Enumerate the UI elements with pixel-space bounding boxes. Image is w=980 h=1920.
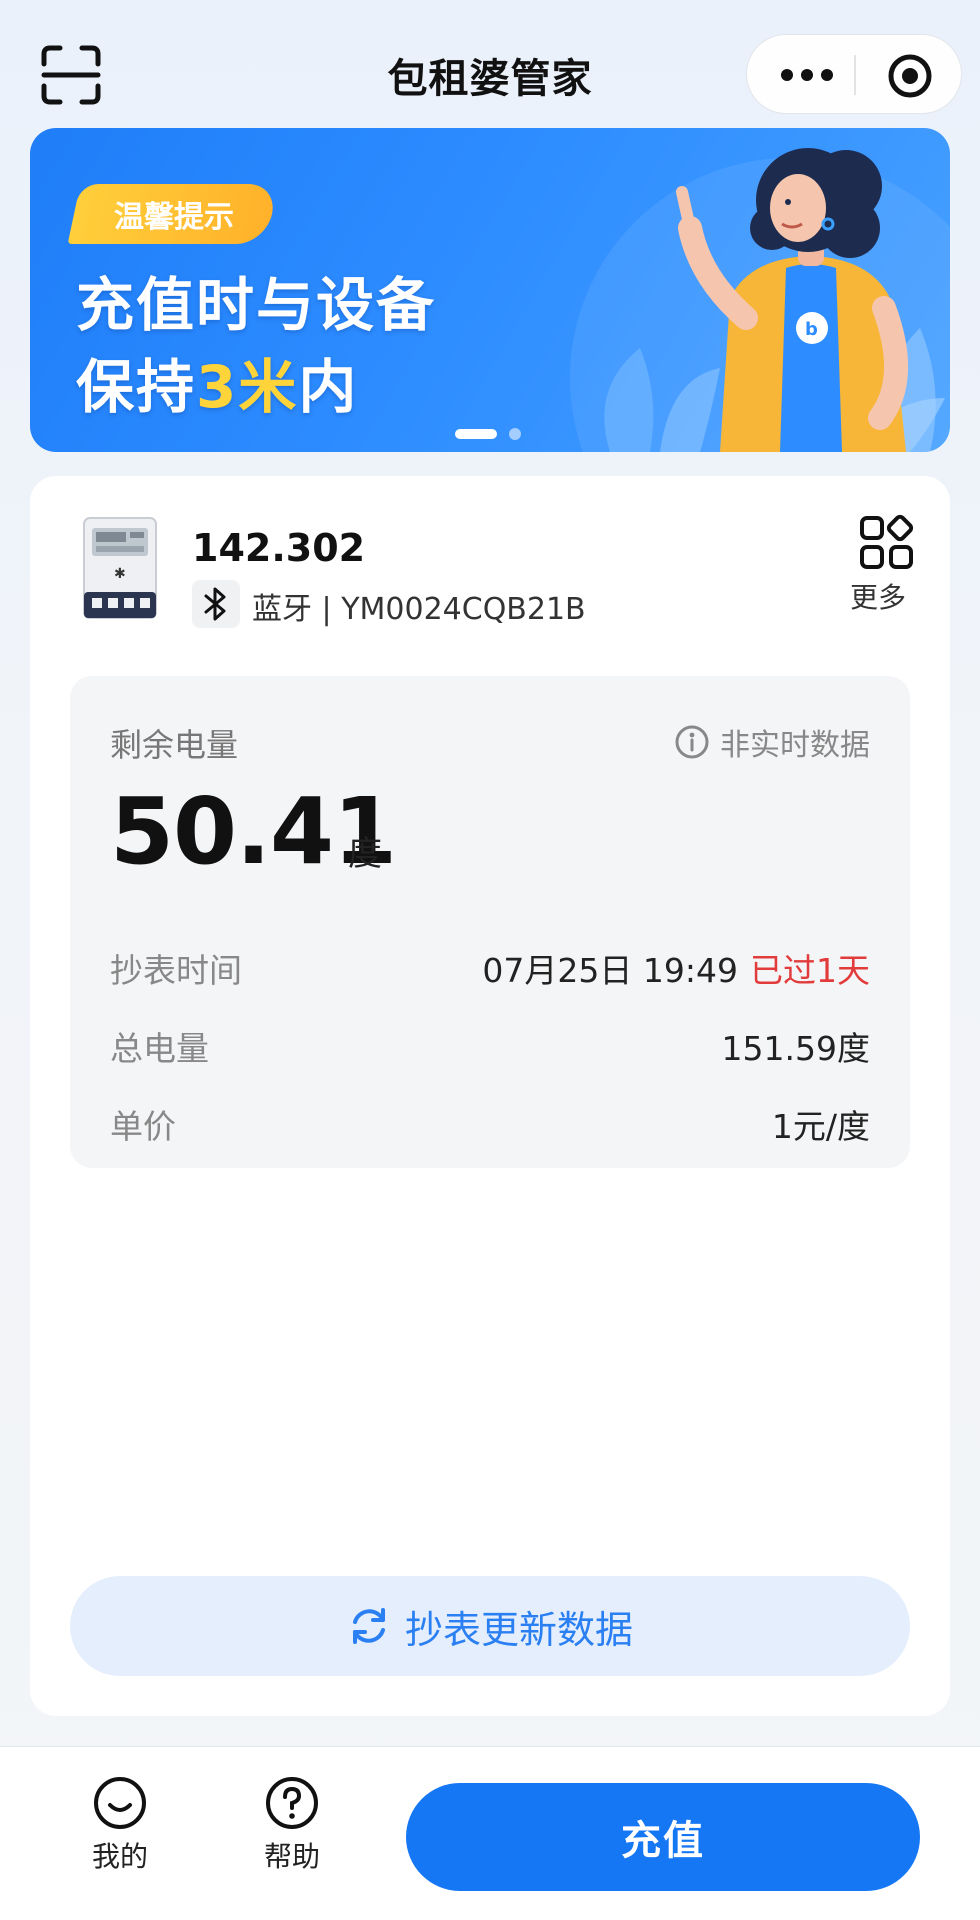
tab-me[interactable]: 我的 — [70, 1775, 170, 1875]
bottom-bar: 我的 帮助 充值 — [0, 1746, 980, 1920]
recharge-label: 充值 — [621, 1818, 705, 1864]
overdue-badge: 已过1天 — [750, 951, 870, 990]
connection-info: 蓝牙 | YM0024CQB21B — [252, 584, 586, 628]
non-realtime-hint[interactable]: 非实时数据 — [674, 720, 870, 764]
banner-tag: 温馨提示 — [67, 184, 279, 244]
read-time-label: 抄表时间 — [110, 951, 242, 990]
total-energy-value: 151.59度 — [721, 1029, 870, 1068]
tab-help[interactable]: 帮助 — [242, 1775, 342, 1875]
capsule-divider — [854, 55, 856, 95]
total-energy-label: 总电量 — [110, 1029, 209, 1068]
help-icon — [264, 1775, 320, 1831]
banner-headline-2: 保持3米内 — [76, 340, 358, 424]
banner-headline-2-suffix: 内 — [298, 353, 359, 421]
banner-headline-1: 充值时与设备 — [76, 271, 437, 339]
remain-unit: 度 — [348, 834, 382, 874]
connection-separator: | — [312, 592, 342, 627]
update-reading-button[interactable]: 抄表更新数据 — [70, 1576, 910, 1676]
tab-help-label: 帮助 — [263, 1840, 320, 1873]
tab-me-label: 我的 — [91, 1840, 148, 1873]
svg-text:✱: ✱ — [114, 566, 126, 582]
more-grid-icon[interactable] — [858, 514, 916, 572]
refresh-icon — [347, 1604, 391, 1648]
read-time-value: 07月25日 19:49 已过1天 — [482, 944, 870, 992]
remain-label: 剩余电量 — [110, 726, 239, 764]
top-bar: 包租婆管家 — [0, 0, 980, 140]
read-time-text: 07月25日 19:49 — [482, 951, 738, 990]
reading-panel: 剩余电量 非实时数据 50.41 度 抄表时间 07月25日 19:49 已过1天… — [70, 676, 910, 1168]
carousel-dot[interactable] — [509, 428, 521, 440]
device-id: 142.302 — [192, 526, 366, 570]
smile-icon — [92, 1775, 148, 1831]
mini-program-capsule — [746, 34, 962, 114]
update-reading-label: 抄表更新数据 — [404, 1607, 633, 1652]
banner-highlight: 3米 — [196, 353, 299, 421]
close-target-icon[interactable] — [887, 53, 933, 99]
page: 包租婆管家 温馨提示 充值时与设备 保持3米内 b ✱ 142.302 蓝牙 |… — [0, 0, 980, 1920]
recharge-button[interactable]: 充值 — [406, 1783, 920, 1891]
device-serial: YM0024CQB21B — [341, 592, 586, 627]
electric-meter-image: ✱ — [82, 516, 158, 620]
unit-price-value: 1元/度 — [771, 1107, 870, 1146]
non-realtime-text: 非实时数据 — [720, 728, 870, 763]
device-card: ✱ 142.302 蓝牙 | YM0024CQB21B 更多 剩余电量 非实时数… — [30, 476, 950, 1716]
promo-banner[interactable]: 温馨提示 充值时与设备 保持3米内 b — [30, 128, 950, 452]
more-dots-icon[interactable] — [777, 63, 837, 87]
svg-text:b: b — [805, 319, 818, 340]
bluetooth-icon — [192, 580, 240, 628]
unit-price-label: 单价 — [110, 1107, 176, 1146]
banner-illustration: b — [550, 128, 950, 452]
banner-headline-2-prefix: 保持 — [76, 353, 197, 421]
connection-type: 蓝牙 — [252, 592, 312, 627]
carousel-indicator[interactable] — [455, 428, 521, 440]
banner-tag-text: 温馨提示 — [114, 200, 234, 235]
more-label[interactable]: 更多 — [850, 576, 906, 616]
info-icon — [674, 724, 710, 760]
carousel-dot-active[interactable] — [455, 429, 497, 439]
